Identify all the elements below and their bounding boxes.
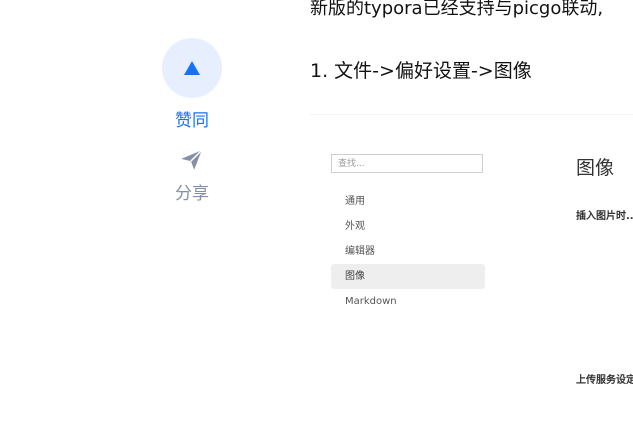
share-label[interactable]: 分享 [175, 179, 209, 204]
menu-item-markdown: Markdown [345, 296, 397, 307]
intro-text: 新版的typora已经支持与picgo联动, [310, 0, 604, 19]
triangle-up-icon [184, 61, 200, 75]
menu-item-appearance: 外观 [345, 221, 365, 232]
upvote-label[interactable]: 赞同 [175, 106, 209, 131]
embedded-screenshot: 查找... 通用 外观 编辑器 图像 Markdown 图像 插入图片时... … [310, 114, 633, 425]
insert-image-label: 插入图片时... [576, 211, 633, 222]
menu-item-image: 图像 [331, 264, 485, 289]
action-bar: 赞同 分享 [160, 38, 224, 204]
preferences-search-input: 查找... [331, 154, 483, 173]
article-content: 新版的typora已经支持与picgo联动, 1. 文件->偏好设置->图像 查… [310, 0, 633, 425]
paper-plane-icon[interactable] [179, 147, 205, 173]
menu-item-editor: 编辑器 [345, 246, 375, 257]
upvote-button[interactable] [162, 38, 222, 98]
preferences-menu: 通用 外观 编辑器 图像 Markdown [331, 189, 485, 314]
menu-item-general: 通用 [345, 196, 365, 207]
step-text: 1. 文件->偏好设置->图像 [310, 60, 532, 82]
pane-title: 图像 [576, 157, 615, 179]
upload-service-label: 上传服务设定 [576, 375, 633, 386]
